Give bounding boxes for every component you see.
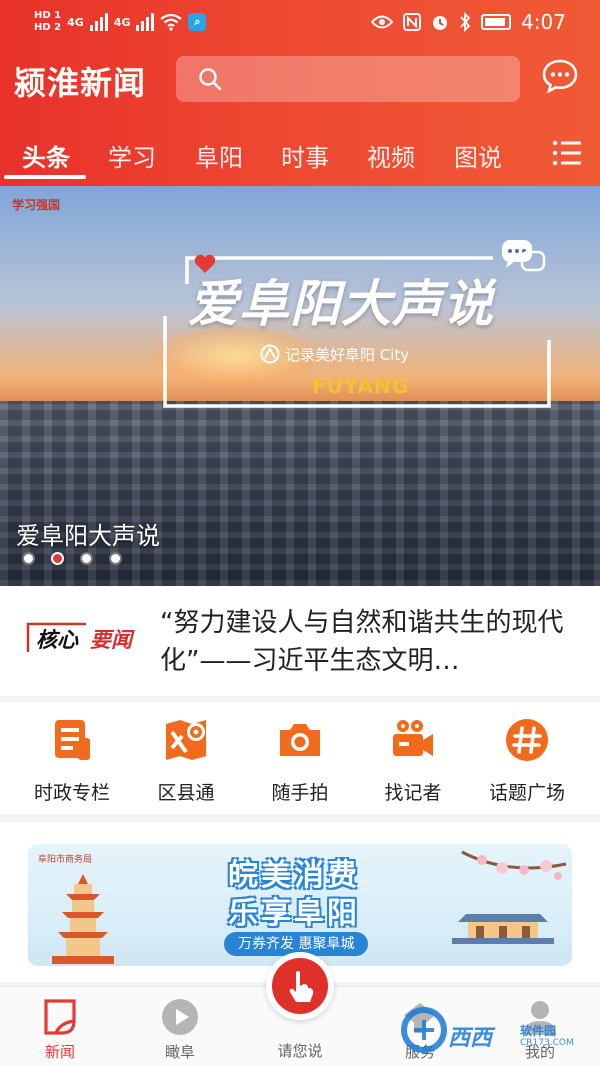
search-app-icon: ⌕	[188, 13, 207, 31]
bottom-nav-news[interactable]: 新闻	[20, 997, 100, 1062]
carousel-dot[interactable]	[109, 552, 122, 565]
carousel-dot[interactable]	[22, 552, 35, 565]
pagoda-illustration	[52, 874, 114, 964]
hero-banner[interactable]: 学习强国 爱阜阳大声说 记录美好阜阳 City FUYANG 爱阜阳大声说	[0, 186, 600, 586]
banner-english: FUYANG	[312, 374, 410, 398]
tap-hand-icon	[289, 971, 314, 1002]
network2-label: 4G	[113, 15, 131, 29]
hashtag-icon	[506, 719, 548, 761]
speak-button[interactable]	[266, 952, 334, 1020]
quick-nav-districts[interactable]: 区县通	[131, 716, 241, 805]
watermark-url: CR173.COM	[520, 1038, 574, 1048]
banner-title: 爱阜阳大声说	[188, 275, 494, 333]
channel-menu-icon[interactable]	[552, 140, 582, 166]
core-news[interactable]: 核心 要闻 “努力建设人与自然和谐共生的现代化”——习近平生态文明…	[0, 586, 600, 696]
tab-current-affairs[interactable]: 时事	[281, 138, 329, 173]
core-badge-left: 核心	[36, 628, 78, 652]
status-bar-right: 4:07	[371, 10, 566, 34]
bottom-nav-view[interactable]: 瞰阜	[140, 997, 220, 1062]
status-bar-left: HD 1 HD 2 4G 4G ⌕	[34, 10, 207, 34]
status-bar: HD 1 HD 2 4G 4G ⌕ 4:07	[0, 0, 600, 44]
chat-bubble-icon	[502, 240, 546, 272]
hd-indicator: HD 1 HD 2	[34, 10, 61, 34]
quick-nav-label: 区县通	[157, 782, 215, 804]
core-news-headline[interactable]: “努力建设人与自然和谐共生的现代化”——习近平生态文明…	[160, 604, 580, 680]
wifi-icon	[160, 13, 183, 31]
gate-illustration	[452, 914, 554, 944]
search-icon	[199, 68, 222, 91]
quick-nav-politics[interactable]: 时政专栏	[17, 716, 127, 805]
watermark-logo-icon	[401, 1007, 447, 1053]
speak-button-label: 请您说	[277, 1042, 323, 1060]
speak-button-core	[272, 958, 328, 1014]
app-header: HD 1 HD 2 4G 4G ⌕ 4:07 颍淮新闻 头条 学习 阜阳 时事 …	[0, 0, 600, 186]
quick-nav-label: 时政专栏	[33, 782, 110, 804]
promo-tag: 阜阳市商务局	[38, 855, 93, 865]
quick-nav-topics[interactable]: 话题广场	[472, 716, 582, 805]
quick-nav-snapshot[interactable]: 随手拍	[245, 716, 355, 805]
quick-nav: 时政专栏 区县通 随手拍 找记者 话题广场	[0, 702, 600, 814]
watermark-small: 软件园	[520, 1024, 557, 1038]
channel-tabs: 头条 学习 阜阳 时事 视频 图说	[0, 130, 600, 180]
clock: 4:07	[521, 10, 566, 34]
quick-nav-reporter[interactable]: 找记者	[358, 716, 468, 805]
blossom-illustration	[461, 850, 567, 880]
search-bar[interactable]	[176, 56, 520, 102]
quick-nav-label: 找记者	[384, 782, 442, 804]
city-logo-icon	[260, 344, 280, 364]
watermark-main: 西西	[448, 1026, 493, 1051]
banner-subtitle: 记录美好阜阳 City	[285, 346, 410, 364]
tab-video[interactable]: 视频	[367, 138, 415, 173]
document-icon	[55, 720, 90, 760]
tab-headline[interactable]: 头条	[22, 138, 70, 173]
bottom-nav-label: 瞰阜	[164, 1043, 195, 1061]
tab-fuyang[interactable]: 阜阳	[195, 138, 243, 173]
nfc-icon	[403, 13, 422, 31]
core-news-badge: 核心 要闻	[26, 622, 144, 654]
banner-caption: 爱阜阳大声说	[16, 522, 160, 550]
promo-title-line2: 乐享阜阳	[228, 896, 360, 931]
message-icon[interactable]	[542, 58, 578, 94]
signal-icon-2	[136, 13, 155, 31]
bottom-nav-label: 新闻	[44, 1043, 75, 1061]
hd1-label: HD 1	[34, 10, 62, 21]
battery-icon	[481, 14, 512, 30]
bluetooth-icon	[460, 12, 471, 32]
app-logo: 颍淮新闻	[14, 64, 147, 102]
play-icon	[162, 999, 198, 1035]
network1-label: 4G	[67, 15, 84, 29]
camera-icon	[280, 724, 320, 756]
watermark: 西西 软件园 CR173.COM	[396, 1000, 586, 1060]
active-tab-indicator	[4, 175, 86, 179]
carousel-dot-active[interactable]	[51, 552, 64, 565]
promo-banner[interactable]: 阜阳市商务局 皖美消费 乐享阜阳 万券齐发 惠聚阜城	[28, 844, 572, 966]
signal-icon	[89, 13, 108, 31]
carousel-dot[interactable]	[80, 552, 93, 565]
banner-brand: 学习强国	[12, 198, 61, 212]
hd2-label: HD 2	[34, 22, 62, 33]
quick-nav-label: 随手拍	[271, 782, 329, 804]
carousel-dots	[22, 552, 122, 565]
map-pin-icon	[166, 720, 206, 760]
alarm-icon	[433, 16, 448, 30]
tab-photo[interactable]: 图说	[454, 138, 502, 173]
core-badge-right: 要闻	[90, 628, 132, 652]
news-icon	[44, 999, 76, 1035]
quick-nav-label: 话题广场	[488, 782, 565, 804]
eye-icon	[371, 15, 394, 29]
tab-study[interactable]: 学习	[108, 138, 156, 173]
video-camera-icon	[393, 720, 433, 756]
